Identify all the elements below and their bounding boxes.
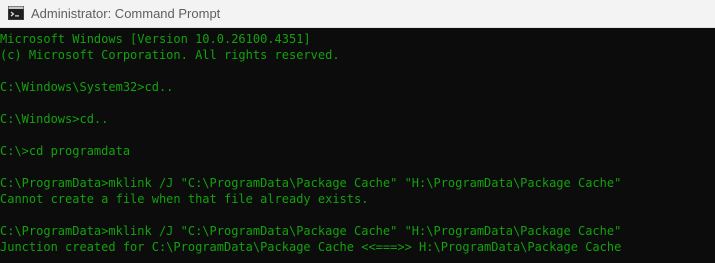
command-prompt-window: Administrator: Command Prompt Microsoft … (0, 0, 715, 263)
cmd-icon (8, 6, 24, 20)
console-line: Junction created for C:\ProgramData\Pack… (0, 240, 622, 254)
console-line: C:\ProgramData>mklink /J "C:\ProgramData… (0, 224, 622, 238)
title-bar[interactable]: Administrator: Command Prompt (0, 0, 715, 28)
console-line: Cannot create a file when that file alre… (0, 192, 369, 206)
console-output[interactable]: Microsoft Windows [Version 10.0.26100.43… (0, 28, 715, 263)
console-line: (c) Microsoft Corporation. All rights re… (0, 48, 340, 62)
console-line: C:\Windows>cd.. (0, 112, 109, 126)
console-line: Microsoft Windows [Version 10.0.26100.43… (0, 32, 311, 46)
console-line: C:\ProgramData>mklink /J "C:\ProgramData… (0, 176, 622, 190)
console-line: C:\>cd programdata (0, 144, 131, 158)
scrollbar[interactable] (711, 28, 715, 263)
console-line: C:\Windows\System32>cd.. (0, 80, 174, 94)
window-title: Administrator: Command Prompt (31, 6, 221, 21)
